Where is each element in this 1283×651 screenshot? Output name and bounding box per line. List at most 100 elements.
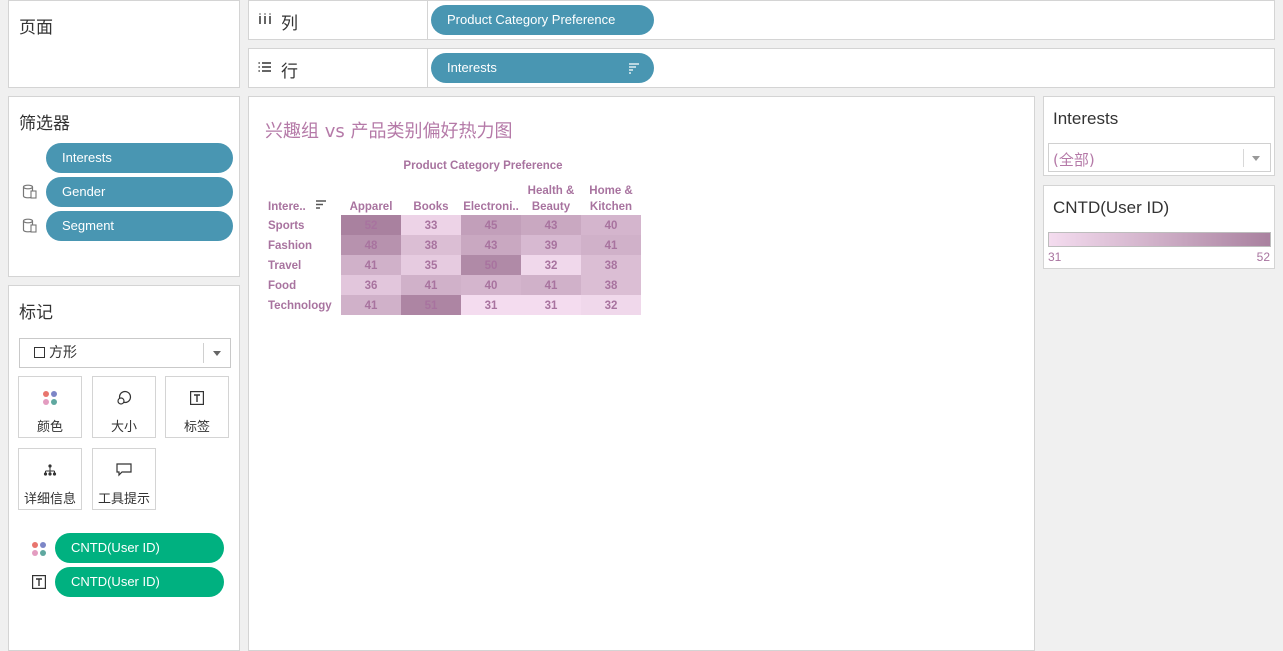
filter-pill-gender[interactable]: Gender <box>46 177 233 207</box>
cell-value-label: 40 <box>485 280 498 292</box>
rows-shelf-label: 行 <box>249 49 428 87</box>
interests-filter-title: Interests <box>1053 109 1119 128</box>
cell-value-label: 33 <box>425 220 438 232</box>
rows-icon <box>258 61 272 76</box>
rows-pill-interests[interactable]: Interests <box>431 53 654 83</box>
rows-label-text: 行 <box>281 62 298 82</box>
sort-icon[interactable] <box>316 200 326 209</box>
columns-label-text: 列 <box>281 14 298 34</box>
filter-pill-interests[interactable]: Interests <box>46 143 233 173</box>
cell-value-label: 50 <box>485 260 498 272</box>
dropdown-separator <box>1243 149 1244 167</box>
size-label: 大小 <box>110 420 137 435</box>
color-icon <box>41 389 59 407</box>
cell-value-label: 39 <box>545 240 558 252</box>
color-button[interactable]: 颜色 <box>18 376 82 438</box>
legend-max-label: 52 <box>1256 250 1270 264</box>
rows-shelf: 行 Interests <box>248 48 1275 88</box>
cell-value-label: 31 <box>485 300 498 312</box>
viz-area: 兴趣组 vs 产品类别偏好热力图 Product Category Prefer… <box>248 96 1035 651</box>
cell-value-label: 32 <box>605 300 618 312</box>
legend-title: CNTD(User ID) <box>1053 198 1170 217</box>
column-header: Home & <box>589 185 632 197</box>
row-label: Travel <box>268 260 301 272</box>
cell-value-label: 32 <box>545 260 558 272</box>
cell-value-label: 43 <box>545 220 558 232</box>
column-header: Apparel <box>350 201 393 213</box>
size-button[interactable]: 大小 <box>92 376 156 438</box>
color-label: 颜色 <box>36 420 63 435</box>
columns-shelf: 列 Product Category Preference <box>248 0 1275 40</box>
marks-panel: 标记 方形 颜色 大小 标签 详细信息 工具提示 CNTD(User ID) C… <box>8 285 240 651</box>
legend-gradient-bar <box>1048 232 1271 247</box>
heatmap-chart: Product Category Preference Intere.. Appar… <box>268 160 641 315</box>
square-icon <box>34 347 45 358</box>
column-header: Health & <box>528 185 575 197</box>
cell-value-label: 38 <box>605 280 618 292</box>
rows-pill-label: Interests <box>447 60 497 75</box>
detail-icon <box>41 461 59 479</box>
cell-value-label: 38 <box>425 240 438 252</box>
columns-icon <box>258 13 272 28</box>
cell-value-label: 52 <box>365 220 378 232</box>
database-icon <box>22 218 37 233</box>
chevron-down-icon[interactable] <box>213 351 221 356</box>
column-header: Electroni.. <box>463 201 519 213</box>
column-group-header: Product Category Preference <box>403 160 562 172</box>
cell-value-label: 45 <box>485 220 498 232</box>
row-label: Sports <box>268 220 304 232</box>
row-header: Intere.. <box>268 201 306 213</box>
columns-shelf-label: 列 <box>249 1 428 39</box>
cell-value-label: 36 <box>365 280 378 292</box>
color-icon <box>31 541 47 557</box>
cell-value-label: 35 <box>425 260 438 272</box>
cell-value-label: 41 <box>365 260 378 272</box>
label-label: 标签 <box>183 420 210 435</box>
viz-title: 兴趣组 vs 产品类别偏好热力图 <box>265 121 513 142</box>
column-header: Books <box>413 201 448 213</box>
marks-title: 标记 <box>19 303 53 323</box>
interests-filter-value: (全部) <box>1053 151 1095 169</box>
interests-filter-dropdown[interactable]: (全部) <box>1048 143 1271 172</box>
cell-value-label: 41 <box>365 300 378 312</box>
tooltip-label: 工具提示 <box>97 492 150 507</box>
cell-value-label: 48 <box>365 240 378 252</box>
row-label: Technology <box>268 300 332 312</box>
cell-value-label: 41 <box>605 240 618 252</box>
cell-value-label: 38 <box>605 260 618 272</box>
label-button[interactable]: 标签 <box>165 376 229 438</box>
tooltip-icon <box>115 461 133 479</box>
cell-value-label: 40 <box>605 220 618 232</box>
detail-button[interactable]: 详细信息 <box>18 448 82 510</box>
label-field-pill[interactable]: CNTD(User ID) <box>55 567 224 597</box>
dropdown-separator <box>203 343 204 363</box>
filters-title: 筛选器 <box>19 114 70 134</box>
pages-title: 页面 <box>19 18 53 38</box>
column-header: Kitchen <box>590 201 632 213</box>
size-icon <box>115 389 133 407</box>
column-header: Beauty <box>532 201 571 213</box>
tooltip-button[interactable]: 工具提示 <box>92 448 156 510</box>
mark-type-dropdown[interactable]: 方形 <box>19 338 231 368</box>
cell-value-label: 43 <box>485 240 498 252</box>
color-legend-card: CNTD(User ID) 31 52 <box>1043 185 1275 269</box>
detail-label: 详细信息 <box>23 492 76 507</box>
filters-panel: 筛选器 Interests Gender Segment <box>8 96 240 277</box>
cell-value-label: 41 <box>425 280 438 292</box>
mark-type-value: 方形 <box>49 345 77 361</box>
sort-icon[interactable] <box>628 62 640 74</box>
row-label: Fashion <box>268 240 312 252</box>
database-icon <box>22 184 37 199</box>
columns-pill-product-category[interactable]: Product Category Preference <box>431 5 654 35</box>
interests-filter-card: Interests (全部) <box>1043 96 1275 176</box>
filter-pill-segment[interactable]: Segment <box>46 211 233 241</box>
row-label: Food <box>268 280 296 292</box>
chevron-down-icon[interactable] <box>1252 156 1260 161</box>
label-icon <box>188 389 206 407</box>
cell-value-label: 31 <box>545 300 558 312</box>
pages-panel: 页面 <box>8 0 240 88</box>
cell-value-label: 41 <box>545 280 558 292</box>
color-field-pill[interactable]: CNTD(User ID) <box>55 533 224 563</box>
label-icon <box>32 575 48 591</box>
legend-min-label: 31 <box>1048 250 1062 264</box>
